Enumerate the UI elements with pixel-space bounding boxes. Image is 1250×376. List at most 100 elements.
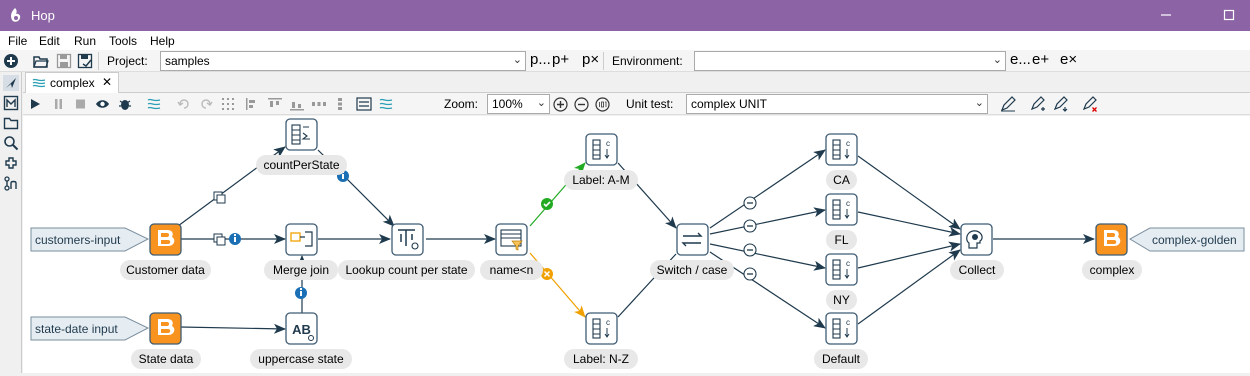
zoom-in-icon[interactable] bbox=[553, 97, 568, 112]
menu-edit[interactable]: Edit bbox=[39, 34, 60, 48]
svg-text:c: c bbox=[606, 318, 610, 327]
transform-merge-join[interactable]: Merge join bbox=[264, 223, 338, 280]
new-icon[interactable] bbox=[3, 53, 19, 69]
open-icon[interactable] bbox=[33, 53, 49, 69]
transform-switch-case[interactable]: Switch / case bbox=[650, 223, 734, 280]
svg-text:c: c bbox=[846, 199, 850, 208]
node-label: Label: N-Z bbox=[573, 352, 629, 366]
transform-ca[interactable]: c CA bbox=[825, 133, 858, 190]
transform-uppercase-state[interactable]: AB uppercase state bbox=[250, 312, 352, 369]
align-bottom-icon[interactable] bbox=[289, 97, 305, 111]
delete-unit-test-icon[interactable] bbox=[1082, 96, 1098, 112]
hop-ca-collect[interactable] bbox=[857, 155, 961, 230]
zoom-out-icon[interactable] bbox=[574, 97, 589, 112]
dataset-customers-input[interactable]: customers-input bbox=[30, 227, 150, 252]
pipeline-toolbar: Zoom: 100% ⌄ Unit test: complex UNIT ⌄ bbox=[23, 93, 1250, 115]
chevron-down-icon: ⌄ bbox=[974, 97, 984, 109]
hop-switch-fl[interactable] bbox=[709, 207, 826, 235]
distribute-horizontal-icon[interactable] bbox=[311, 97, 327, 111]
menu-file[interactable]: File bbox=[8, 34, 27, 48]
node-label: Default bbox=[822, 352, 861, 366]
transform-ny[interactable]: c NY bbox=[825, 253, 858, 310]
hop-logo-icon bbox=[11, 8, 21, 22]
plugins-icon[interactable] bbox=[3, 155, 19, 171]
dataset-label: customers-input bbox=[35, 233, 121, 247]
transform-state-data[interactable]: State data bbox=[131, 312, 201, 369]
add-unit-test-icon[interactable] bbox=[1030, 96, 1046, 112]
hop-ny-collect[interactable] bbox=[857, 241, 961, 269]
align-left-icon[interactable] bbox=[245, 97, 259, 111]
environment-label: Environment: bbox=[612, 54, 683, 68]
copy-icon bbox=[213, 191, 226, 204]
project-select[interactable]: samples ⌄ bbox=[160, 51, 526, 71]
project-value: samples bbox=[165, 54, 210, 68]
zoom-select[interactable]: 100% ⌄ bbox=[487, 94, 550, 114]
redo-icon[interactable] bbox=[199, 97, 213, 111]
unit-test-select[interactable]: complex UNIT ⌄ bbox=[686, 94, 988, 114]
main-toolbar: Project: samples ⌄ p... p+ p× Environmen… bbox=[0, 50, 1250, 72]
align-top-icon[interactable] bbox=[267, 97, 283, 111]
save-as-icon[interactable] bbox=[77, 53, 93, 69]
environment-delete-button[interactable]: e× bbox=[1060, 51, 1077, 68]
stop-icon[interactable] bbox=[75, 98, 86, 110]
project-add-button[interactable]: p+ bbox=[552, 51, 569, 68]
transform-name-filter[interactable]: name<n bbox=[480, 223, 543, 280]
properties-icon[interactable] bbox=[356, 97, 372, 111]
search-icon[interactable] bbox=[3, 135, 19, 151]
menu-tools[interactable]: Tools bbox=[109, 34, 137, 48]
svg-text:c: c bbox=[846, 318, 850, 327]
menu-run[interactable]: Run bbox=[74, 34, 96, 48]
close-icon[interactable]: ✕ bbox=[102, 75, 112, 89]
environment-add-button[interactable]: e+ bbox=[1032, 51, 1049, 68]
distribute-vertical-icon[interactable] bbox=[333, 97, 347, 111]
node-label: State data bbox=[139, 352, 194, 366]
minimize-icon[interactable] bbox=[1157, 6, 1175, 24]
pipeline-settings-icon[interactable] bbox=[379, 97, 395, 111]
dataset-complex-golden[interactable]: complex-golden bbox=[1128, 227, 1245, 252]
environment-edit-button[interactable]: e... bbox=[1010, 51, 1031, 68]
transform-label-nz[interactable]: c Label: N-Z bbox=[564, 312, 638, 369]
hop-statedata-uppercase[interactable] bbox=[179, 323, 286, 334]
hop-default-collect[interactable] bbox=[857, 249, 961, 325]
pipeline-canvas[interactable]: customers-input state-date input complex… bbox=[23, 116, 1250, 373]
metadata-icon[interactable] bbox=[3, 95, 19, 111]
chevron-down-icon: ⌄ bbox=[536, 97, 546, 109]
transform-fl[interactable]: c FL bbox=[825, 193, 858, 250]
window-title: Hop bbox=[31, 8, 55, 23]
save-icon[interactable] bbox=[56, 53, 72, 69]
debug-icon[interactable] bbox=[118, 97, 132, 111]
maximize-icon[interactable] bbox=[1220, 6, 1238, 24]
edit-unit-test-icon[interactable] bbox=[1000, 96, 1016, 112]
dataset-state-date-input[interactable]: state-date input bbox=[30, 316, 150, 341]
snap-to-grid-icon[interactable] bbox=[221, 97, 235, 111]
node-label: CA bbox=[833, 173, 850, 187]
preview-icon[interactable] bbox=[95, 98, 110, 110]
svg-text:c: c bbox=[846, 259, 850, 268]
golden-data-icon[interactable] bbox=[1053, 96, 1069, 112]
node-label: Switch / case bbox=[657, 263, 728, 277]
transform-label-am[interactable]: c Label: A-M bbox=[564, 133, 638, 190]
hop-switch-ca[interactable] bbox=[709, 149, 826, 229]
node-label: NY bbox=[833, 293, 850, 307]
project-delete-button[interactable]: p× bbox=[582, 51, 599, 68]
project-edit-button[interactable]: p... bbox=[530, 51, 551, 68]
transform-complex[interactable]: complex bbox=[1082, 223, 1142, 280]
unit-test-label: Unit test: bbox=[626, 97, 674, 111]
node-label: Customer data bbox=[126, 263, 205, 277]
data-orchestration-icon[interactable] bbox=[3, 75, 19, 91]
git-icon[interactable] bbox=[3, 175, 19, 191]
undo-icon[interactable] bbox=[177, 97, 191, 111]
transform-default[interactable]: c Default bbox=[814, 312, 868, 369]
tab-complex[interactable]: complex ✕ bbox=[25, 72, 119, 93]
menu-help[interactable]: Help bbox=[150, 34, 175, 48]
hop-fl-collect[interactable] bbox=[857, 211, 961, 237]
environment-select[interactable]: ⌄ bbox=[694, 51, 1006, 71]
run-icon[interactable] bbox=[30, 98, 41, 110]
zoom-100-icon[interactable] bbox=[595, 97, 610, 112]
check-pipeline-icon[interactable] bbox=[147, 97, 163, 111]
pause-icon[interactable] bbox=[53, 98, 64, 110]
transform-count-per-state[interactable]: countPerState bbox=[256, 118, 347, 175]
case-target-icons bbox=[743, 196, 757, 281]
explorer-folder-icon[interactable] bbox=[3, 115, 19, 131]
transform-lookup-count[interactable]: Lookup count per state bbox=[338, 223, 475, 280]
